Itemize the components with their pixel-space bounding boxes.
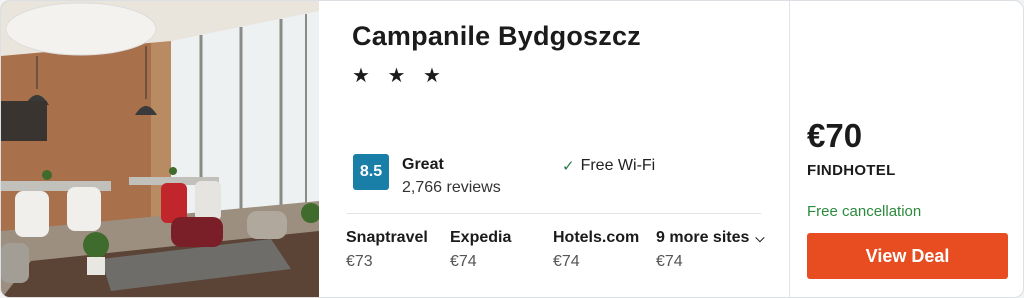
deal-snaptravel[interactable]: Snaptravel €73 xyxy=(346,229,428,271)
deal-more-sites[interactable]: 9 more sites ⌵ €74 xyxy=(656,229,765,271)
deal-price: €74 xyxy=(553,253,580,270)
amenity-free-wifi: ✓ Free Wi-Fi xyxy=(562,157,655,175)
hotel-photo[interactable] xyxy=(1,1,319,297)
deal-hotels-com[interactable]: Hotels.com €74 xyxy=(553,229,639,271)
deal-price: €73 xyxy=(346,253,373,270)
rating-label: Great xyxy=(402,156,444,173)
deal-expedia[interactable]: Expedia €74 xyxy=(450,229,511,271)
deal-price: €74 xyxy=(450,253,477,270)
more-sites-toggle[interactable]: 9 more sites ⌵ xyxy=(656,229,765,247)
deal-site-name: Expedia xyxy=(450,229,512,246)
best-price: €70 xyxy=(807,117,863,154)
star-rating: ★ ★ ★ xyxy=(352,65,447,87)
check-icon: ✓ xyxy=(562,158,575,175)
deal-site-name: 9 more sites xyxy=(656,229,750,246)
chevron-down-icon: ⌵ xyxy=(755,231,765,245)
view-deal-button[interactable]: View Deal xyxy=(807,233,1008,279)
deal-site-name: Snaptravel xyxy=(346,229,428,246)
rating-score-badge: 8.5 xyxy=(353,154,389,190)
review-count[interactable]: 2,766 reviews xyxy=(402,179,501,197)
deal-site-name: Hotels.com xyxy=(553,229,640,246)
hotel-card: Campanile Bydgoszcz ★ ★ ★ 8.5 Great 2,76… xyxy=(0,0,1024,298)
hotel-photo-image xyxy=(1,1,319,297)
hotel-name[interactable]: Campanile Bydgoszcz xyxy=(352,21,641,52)
amenity-label: Free Wi-Fi xyxy=(580,157,656,174)
hotel-info: Campanile Bydgoszcz ★ ★ ★ 8.5 Great 2,76… xyxy=(319,1,789,297)
deal-price: €74 xyxy=(656,253,683,270)
divider xyxy=(347,213,761,214)
offer-provider: FINDHOTEL xyxy=(807,162,896,179)
offer-panel: €70 FINDHOTEL Free cancellation View Dea… xyxy=(789,1,1023,297)
free-cancellation-label: Free cancellation xyxy=(807,203,922,220)
